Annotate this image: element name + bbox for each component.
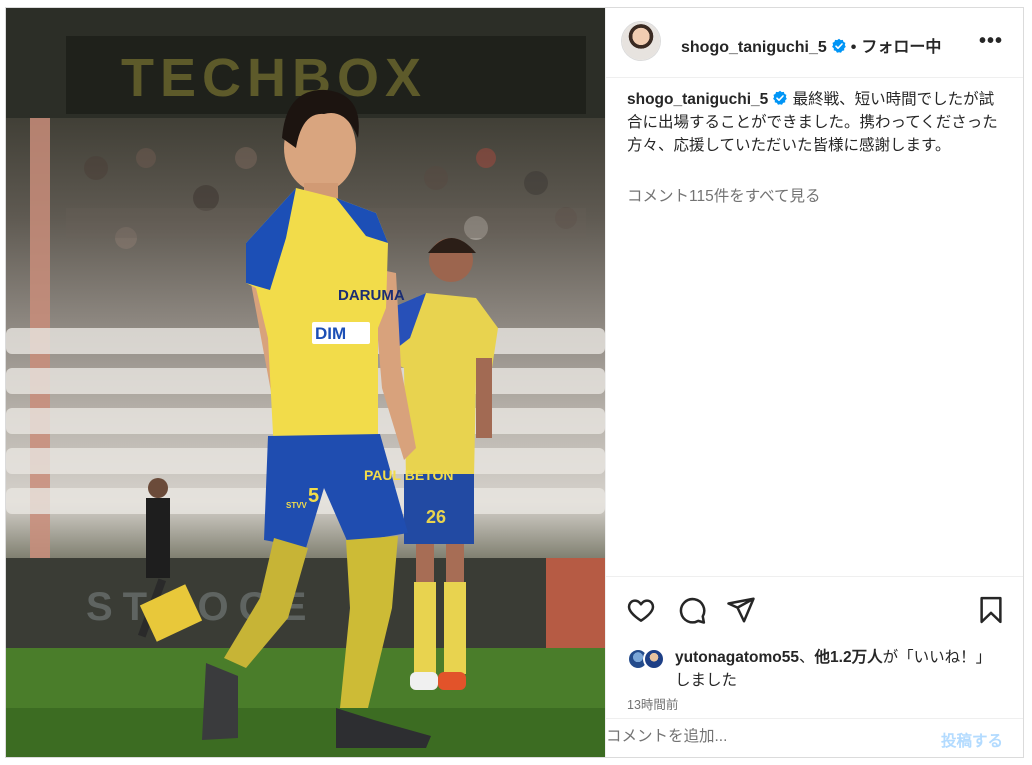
bookmark-icon[interactable] xyxy=(976,595,1006,625)
post-header: shogo_taniguchi_5 • フォロー中 ••• xyxy=(606,8,1023,78)
jersey-top-text: DARUMA xyxy=(338,287,405,304)
send-icon[interactable] xyxy=(726,595,756,625)
club-short-text: STVV xyxy=(286,501,308,510)
liker-avatar-2[interactable] xyxy=(643,648,665,670)
comment-input[interactable] xyxy=(606,728,906,746)
separator-dot: • xyxy=(850,39,857,56)
view-all-comments-link[interactable]: コメント115件をすべて見る xyxy=(627,184,821,206)
comment-composer: 投稿する xyxy=(606,718,1023,757)
shorts-text: PAUL BETON xyxy=(364,467,453,483)
caption-username[interactable]: shogo_taniguchi_5 xyxy=(627,91,768,108)
post-comment-button[interactable]: 投稿する xyxy=(941,729,1003,751)
post-photo[interactable]: TECHBOX STOOGE 26 DARUMA DIM PAUL BETON … xyxy=(6,8,605,757)
action-bar xyxy=(606,576,1023,638)
avatar[interactable] xyxy=(622,22,660,60)
jersey-sponsor-text: DIM xyxy=(315,324,346,343)
post-side-panel: shogo_taniguchi_5 • フォロー中 ••• shogo_tanigu… xyxy=(605,8,1023,757)
number2-text: 26 xyxy=(426,507,446,527)
post-caption: shogo_taniguchi_5 最終戦、短い時間でしたが試合に出場することが… xyxy=(627,88,1007,157)
number-text: 5 xyxy=(308,485,319,507)
post-timestamp[interactable]: 13時間前 xyxy=(627,694,678,713)
stadium-sign-text: TECHBOX xyxy=(121,48,427,108)
post-dialog: TECHBOX STOOGE 26 DARUMA DIM PAUL BETON … xyxy=(5,7,1024,758)
following-button[interactable]: フォロー中 xyxy=(861,39,941,56)
verified-badge-icon xyxy=(831,38,846,53)
heart-icon[interactable] xyxy=(626,595,656,625)
likes-others[interactable]: 他1.2万人 xyxy=(815,649,883,666)
header-user-line: shogo_taniguchi_5 • フォロー中 xyxy=(681,33,941,57)
comment-icon[interactable] xyxy=(677,595,707,625)
username-link[interactable]: shogo_taniguchi_5 xyxy=(681,39,827,56)
likes-text: yutonagatomo55、他1.2万人が「いいね！」しました xyxy=(675,646,1005,692)
verified-badge-icon xyxy=(773,90,788,105)
liker-username[interactable]: yutonagatomo55 xyxy=(675,649,799,666)
likes-joiner: 、 xyxy=(799,649,815,666)
photo-illustration: TECHBOX STOOGE 26 DARUMA DIM PAUL BETON … xyxy=(6,8,605,757)
more-options-icon[interactable]: ••• xyxy=(979,30,1003,53)
